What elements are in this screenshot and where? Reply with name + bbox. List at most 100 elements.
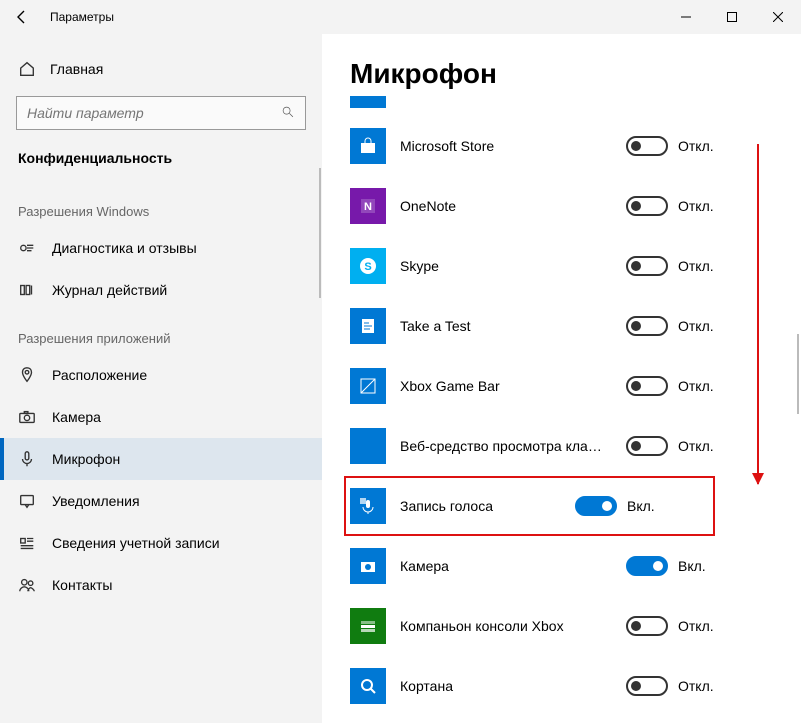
maximize-button[interactable] [709, 0, 755, 34]
sidebar-item-label: Камера [52, 409, 101, 425]
sidebar-item-label: Диагностика и отзывы [52, 240, 197, 256]
app-name: Xbox Game Bar [400, 378, 612, 394]
app-name: Веб-средство просмотра класси... [400, 438, 612, 454]
search-box[interactable] [16, 96, 306, 130]
app-row: N OneNote Откл. [350, 176, 801, 236]
section-windows: Разрешения Windows [0, 184, 322, 227]
home-label: Главная [50, 61, 103, 77]
app-list: Microsoft Store Откл. N OneNote Откл. S Skype О… [350, 116, 801, 716]
app-icon: N [350, 188, 386, 224]
sidebar-item-camera[interactable]: Камера [0, 396, 322, 438]
sidebar-item-account[interactable]: Сведения учетной записи [0, 522, 322, 564]
notify-icon [18, 492, 36, 510]
app-icon [350, 608, 386, 644]
titlebar: Параметры [0, 0, 801, 34]
scrollbar-stub[interactable] [797, 334, 799, 414]
toggle-switch[interactable] [626, 256, 668, 276]
sidebar-item-contacts[interactable]: Контакты [0, 564, 322, 606]
app-row: S Skype Откл. [350, 236, 801, 296]
app-name: Microsoft Store [400, 138, 612, 154]
account-icon [18, 534, 36, 552]
sidebar-item-label: Микрофон [52, 451, 120, 467]
toggle-switch[interactable] [575, 496, 617, 516]
sidebar-item-label: Контакты [52, 577, 112, 593]
toggle-state-label: Откл. [678, 318, 714, 334]
app-name: Skype [400, 258, 612, 274]
toggle-switch[interactable] [626, 676, 668, 696]
toggle-state-label: Откл. [678, 378, 714, 394]
window-controls [663, 0, 801, 34]
close-button[interactable] [755, 0, 801, 34]
app-icon [350, 668, 386, 704]
app-icon: S [350, 248, 386, 284]
toggle-switch[interactable] [626, 376, 668, 396]
app-icon [350, 128, 386, 164]
sidebar-item-label: Журнал действий [52, 282, 167, 298]
minimize-button[interactable] [663, 0, 709, 34]
toggle-state-label: Откл. [678, 138, 714, 154]
partial-app-row [350, 96, 801, 108]
sidebar-item-history[interactable]: Журнал действий [0, 269, 322, 311]
page-title: Микрофон [350, 58, 801, 90]
app-row: Microsoft Store Откл. [350, 116, 801, 176]
app-icon [350, 548, 386, 584]
home-icon [18, 60, 36, 78]
mic-icon [18, 450, 36, 468]
toggle-state-label: Откл. [678, 438, 714, 454]
toggle-switch[interactable] [626, 196, 668, 216]
back-button[interactable] [0, 0, 44, 34]
sidebar-item-location[interactable]: Расположение [0, 354, 322, 396]
feedback-icon [18, 239, 36, 257]
sidebar-item-mic[interactable]: Микрофон [0, 438, 322, 480]
category-title: Конфиденциальность [0, 144, 322, 184]
search-input[interactable] [27, 105, 281, 121]
content: Микрофон Microsoft Store Откл. N OneNote Отк… [322, 34, 801, 723]
toggle-switch[interactable] [626, 616, 668, 636]
toggle-state-label: Вкл. [627, 498, 655, 514]
sidebar: Главная Конфиденциальность Разрешения Wi… [0, 34, 322, 723]
sidebar-item-label: Сведения учетной записи [52, 535, 220, 551]
app-name: Компаньон консоли Xbox [400, 618, 612, 634]
app-icon [350, 368, 386, 404]
app-icon [350, 308, 386, 344]
app-row: Запись голоса Вкл. [344, 476, 715, 536]
contacts-icon [18, 576, 36, 594]
search-icon [281, 105, 295, 122]
location-icon [18, 366, 36, 384]
toggle-switch[interactable] [626, 436, 668, 456]
toggle-switch[interactable] [626, 136, 668, 156]
app-icon [350, 488, 386, 524]
toggle-switch[interactable] [626, 316, 668, 336]
section-apps: Разрешения приложений [0, 311, 322, 354]
toggle-switch[interactable] [626, 556, 668, 576]
home-button[interactable]: Главная [0, 50, 322, 88]
toggle-state-label: Откл. [678, 198, 714, 214]
svg-text:S: S [364, 261, 371, 273]
app-name: Камера [400, 558, 612, 574]
app-row: Камера Вкл. [350, 536, 801, 596]
sidebar-item-feedback[interactable]: Диагностика и отзывы [0, 227, 322, 269]
toggle-state-label: Вкл. [678, 558, 706, 574]
app-icon [350, 428, 386, 464]
app-row: Веб-средство просмотра класси... Откл. [350, 416, 801, 476]
app-row: Take a Test Откл. [350, 296, 801, 356]
toggle-state-label: Откл. [678, 258, 714, 274]
window-title: Параметры [50, 10, 114, 24]
sidebar-item-notify[interactable]: Уведомления [0, 480, 322, 522]
list-scrollbar-stub[interactable] [319, 168, 321, 298]
sidebar-item-label: Уведомления [52, 493, 140, 509]
app-name: Take a Test [400, 318, 612, 334]
app-name: Кортана [400, 678, 612, 694]
toggle-state-label: Откл. [678, 678, 714, 694]
app-name: Запись голоса [400, 498, 561, 514]
annotation-arrow [757, 144, 759, 484]
camera-icon [18, 408, 36, 426]
app-name: OneNote [400, 198, 612, 214]
toggle-state-label: Откл. [678, 618, 714, 634]
app-row: Xbox Game Bar Откл. [350, 356, 801, 416]
app-icon-partial [350, 96, 386, 108]
sidebar-item-label: Расположение [52, 367, 147, 383]
svg-text:N: N [364, 201, 372, 213]
history-icon [18, 281, 36, 299]
app-row: Кортана Откл. [350, 656, 801, 716]
